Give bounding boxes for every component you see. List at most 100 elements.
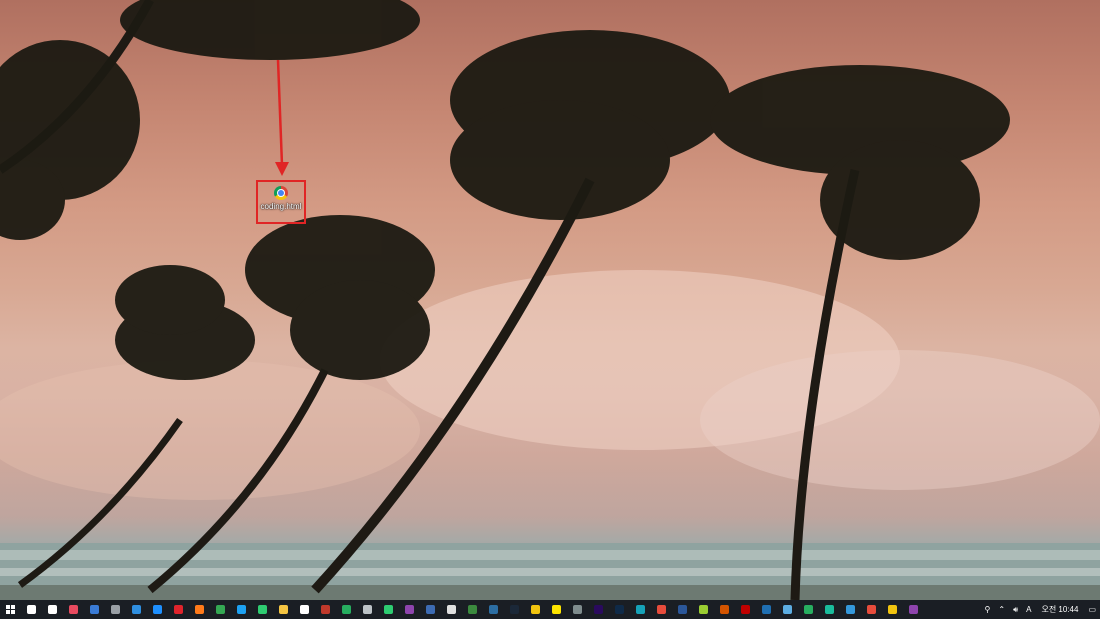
app-gray-circle-icon — [111, 605, 120, 614]
app-blue-chat-icon — [846, 605, 855, 614]
taskbar-premiere-button[interactable] — [588, 600, 609, 619]
start-button[interactable] — [0, 600, 21, 619]
taskbar-app-lightblue-button[interactable] — [777, 600, 798, 619]
app-yellow-icon — [888, 605, 897, 614]
taskbar-app-blue-square-button[interactable] — [756, 600, 777, 619]
taskbar-app-bird-button[interactable] — [231, 600, 252, 619]
app-cyan-icon — [636, 605, 645, 614]
filezilla-icon — [741, 605, 750, 614]
taskbar-word-button[interactable] — [672, 600, 693, 619]
people-icon[interactable]: ⚲ — [981, 605, 995, 614]
windows-logo-icon — [6, 605, 15, 614]
system-tray: ⚲ ⌃ 🔊︎ A 오전 10:44 ▭ — [981, 600, 1100, 619]
premiere-icon — [594, 605, 603, 614]
taskbar-file-explorer-button[interactable] — [273, 600, 294, 619]
app-blue-g-icon — [90, 605, 99, 614]
taskbar-app-gray-button[interactable] — [357, 600, 378, 619]
desktop-wallpaper: coding.html — [0, 0, 1100, 600]
taskbar-opera-button[interactable] — [168, 600, 189, 619]
app-green-icon — [342, 605, 351, 614]
chrome-icon — [216, 605, 225, 614]
taskbar-app-cross-button[interactable] — [441, 600, 462, 619]
app-green-leaf-icon — [384, 605, 393, 614]
opera-icon — [174, 605, 183, 614]
vs-code-blue-icon — [426, 605, 435, 614]
taskbar-app-green-diamond-button[interactable] — [798, 600, 819, 619]
taskbar-app-red-gift-button[interactable] — [63, 600, 84, 619]
app-lightblue-icon — [783, 605, 792, 614]
taskbar-task-view-button[interactable] — [42, 600, 63, 619]
taskbar-visual-studio-button[interactable] — [399, 600, 420, 619]
app-red-gift-icon — [69, 605, 78, 614]
taskbar-edge-button[interactable] — [126, 600, 147, 619]
app-purple-icon — [909, 605, 918, 614]
app-yellow-circle-icon — [531, 605, 540, 614]
taskbar-app-orange-v-button[interactable] — [714, 600, 735, 619]
search-icon — [27, 605, 36, 614]
taskbar-store-button[interactable] — [294, 600, 315, 619]
taskbar-app-green-button[interactable] — [336, 600, 357, 619]
word-icon — [678, 605, 687, 614]
taskbar-app-blue-g-button[interactable] — [84, 600, 105, 619]
steam-icon — [510, 605, 519, 614]
app-green-diamond-icon — [804, 605, 813, 614]
taskbar-app-gray-window-button[interactable] — [567, 600, 588, 619]
taskbar-app-yellow-circle-button[interactable] — [525, 600, 546, 619]
app-gray-icon — [363, 605, 372, 614]
app-red-icon — [321, 605, 330, 614]
taskbar-app-green-bubble-button[interactable] — [252, 600, 273, 619]
photoshop-icon — [615, 605, 624, 614]
app-bird-icon — [237, 605, 246, 614]
taskbar-app-red-button[interactable] — [315, 600, 336, 619]
app-green-person-icon — [825, 605, 834, 614]
taskbar-steam-button[interactable] — [504, 600, 525, 619]
app-orange-v-icon — [720, 605, 729, 614]
taskbar-app-dark-blue-button[interactable] — [483, 600, 504, 619]
task-view-icon — [48, 605, 57, 614]
edge-icon — [132, 605, 141, 614]
firefox-icon — [195, 605, 204, 614]
taskbar-filezilla-button[interactable] — [735, 600, 756, 619]
edge-legacy-icon — [153, 605, 162, 614]
kakao-icon — [552, 605, 561, 614]
taskbar-app-green-person-button[interactable] — [819, 600, 840, 619]
taskbar-pinned-apps — [21, 600, 924, 619]
taskbar-terminal-button[interactable] — [462, 600, 483, 619]
taskbar-app-yellow-button[interactable] — [882, 600, 903, 619]
clock[interactable]: 오전 10:44 — [1035, 604, 1084, 615]
action-center-icon[interactable]: ▭ — [1084, 605, 1100, 614]
taskbar-app-gray-circle-button[interactable] — [105, 600, 126, 619]
app-green-bubble-icon — [258, 605, 267, 614]
taskbar-edge-legacy-button[interactable] — [147, 600, 168, 619]
taskbar-app-green-leaf-button[interactable] — [378, 600, 399, 619]
taskbar-vs-code-blue-button[interactable] — [420, 600, 441, 619]
taskbar-app-blue-chat-button[interactable] — [840, 600, 861, 619]
taskbar-app-cyan-button[interactable] — [630, 600, 651, 619]
taskbar-photoshop-button[interactable] — [609, 600, 630, 619]
app-dark-blue-icon — [489, 605, 498, 614]
terminal-icon — [468, 605, 477, 614]
chevron-up-icon[interactable]: ⌃ — [994, 605, 1009, 614]
ime-indicator[interactable]: A — [1022, 605, 1035, 614]
annotation-highlight-box — [256, 180, 306, 224]
taskbar: ⚲ ⌃ 🔊︎ A 오전 10:44 ▭ — [0, 600, 1100, 619]
beach-palm-wallpaper — [0, 0, 1100, 600]
app-gray-window-icon — [573, 605, 582, 614]
app-yellow-green-icon — [699, 605, 708, 614]
app-red-heart-icon — [867, 605, 876, 614]
volume-icon[interactable]: 🔊︎ — [1009, 605, 1022, 615]
taskbar-chrome-button[interactable] — [210, 600, 231, 619]
app-blue-square-icon — [762, 605, 771, 614]
visual-studio-icon — [405, 605, 414, 614]
taskbar-app-red-heart-button[interactable] — [861, 600, 882, 619]
app-cross-icon — [447, 605, 456, 614]
store-icon — [300, 605, 309, 614]
file-explorer-icon — [279, 605, 288, 614]
taskbar-app-yellow-green-button[interactable] — [693, 600, 714, 619]
taskbar-app-purple-button[interactable] — [903, 600, 924, 619]
app-red-dot-icon — [657, 605, 666, 614]
taskbar-search-button[interactable] — [21, 600, 42, 619]
taskbar-app-red-dot-button[interactable] — [651, 600, 672, 619]
taskbar-kakao-button[interactable] — [546, 600, 567, 619]
taskbar-firefox-button[interactable] — [189, 600, 210, 619]
